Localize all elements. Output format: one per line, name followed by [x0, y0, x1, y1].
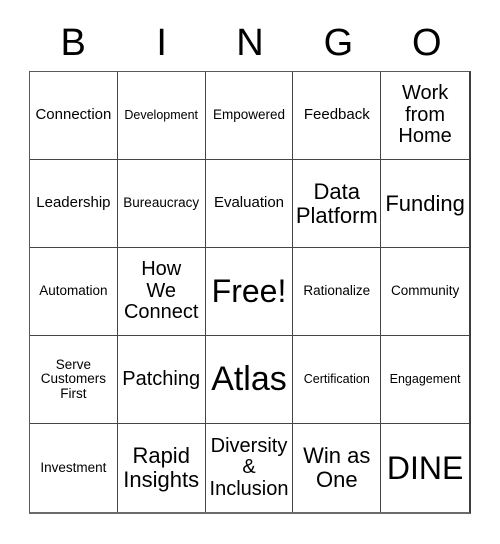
bingo-cell-label: Empowered — [212, 107, 286, 123]
bingo-cell-free-space[interactable]: Free! — [205, 248, 294, 336]
bingo-cell-label: Investment — [40, 459, 107, 475]
bingo-cell-label: Automation — [39, 283, 108, 299]
bingo-cell-o5[interactable]: DINE — [381, 424, 469, 512]
bingo-cell-label: Leadership — [36, 194, 111, 212]
bingo-header-row: B I N G O — [29, 18, 471, 68]
bingo-cell-label: Serve Customers First — [40, 356, 107, 401]
bingo-cell-label: Rapid Insights — [123, 443, 200, 492]
bingo-cell-n1[interactable]: Empowered — [205, 72, 294, 160]
bingo-cell-label: Patching — [122, 367, 201, 390]
bingo-cell-b4[interactable]: Serve Customers First — [30, 336, 118, 424]
header-letter-n: N — [236, 22, 264, 64]
bingo-cell-label: Diversity & Inclusion — [209, 434, 289, 500]
header-letter-b: B — [60, 22, 86, 64]
bingo-cell-label: Bureaucracy — [123, 195, 200, 211]
bingo-cell-label: Work from Home — [398, 82, 452, 148]
bingo-cell-g1[interactable]: Feedback — [293, 72, 382, 160]
bingo-cell-i2[interactable]: Bureaucracy — [117, 160, 206, 248]
bingo-cell-label: How We Connect — [123, 258, 199, 324]
bingo-cell-g4[interactable]: Certification — [293, 336, 382, 424]
bingo-cell-label: Certification — [303, 371, 370, 386]
header-letter-g: G — [323, 22, 354, 64]
bingo-cell-o3[interactable]: Community — [381, 248, 469, 336]
header-letter-i: I — [156, 22, 167, 64]
bingo-free-space-label: Free! — [211, 273, 287, 310]
bingo-cell-label: Development — [124, 107, 199, 122]
bingo-cell-i3[interactable]: How We Connect — [117, 248, 206, 336]
bingo-cell-o1[interactable]: Work from Home — [381, 72, 469, 160]
bingo-cell-g5[interactable]: Win as One — [293, 424, 382, 512]
bingo-cell-n4[interactable]: Atlas — [205, 336, 294, 424]
bingo-card: B I N G O Connection Development Empower… — [0, 0, 500, 544]
bingo-cell-i1[interactable]: Development — [117, 72, 206, 160]
bingo-cell-label: Atlas — [211, 360, 287, 399]
bingo-cell-label: Win as One — [303, 443, 371, 492]
bingo-cell-label: Evaluation — [213, 194, 285, 212]
bingo-cell-g2[interactable]: Data Platform — [293, 160, 382, 248]
bingo-cell-b5[interactable]: Investment — [30, 424, 118, 512]
header-letter-o: O — [412, 22, 442, 64]
bingo-cell-n2[interactable]: Evaluation — [205, 160, 294, 248]
bingo-cell-o2[interactable]: Funding — [381, 160, 469, 248]
bingo-cell-b3[interactable]: Automation — [30, 248, 118, 336]
bingo-cell-g3[interactable]: Rationalize — [293, 248, 382, 336]
bingo-cell-label: Data Platform — [295, 178, 378, 228]
bingo-cell-label: Funding — [385, 190, 465, 216]
bingo-cell-label: Community — [390, 283, 460, 299]
bingo-cell-label: Connection — [35, 106, 112, 124]
bingo-cell-label: Feedback — [303, 106, 370, 124]
bingo-cell-i5[interactable]: Rapid Insights — [117, 424, 206, 512]
bingo-cell-o4[interactable]: Engagement — [381, 336, 469, 424]
bingo-cell-label: Engagement — [389, 371, 461, 386]
bingo-cell-b1[interactable]: Connection — [30, 72, 118, 160]
bingo-cell-i4[interactable]: Patching — [117, 336, 206, 424]
bingo-cell-b2[interactable]: Leadership — [30, 160, 118, 248]
bingo-cell-n5[interactable]: Diversity & Inclusion — [205, 424, 294, 512]
bingo-cell-label: Rationalize — [303, 283, 371, 299]
bingo-cell-label: DINE — [386, 449, 464, 486]
bingo-grid: Connection Development Empowered Feedbac… — [29, 71, 471, 514]
